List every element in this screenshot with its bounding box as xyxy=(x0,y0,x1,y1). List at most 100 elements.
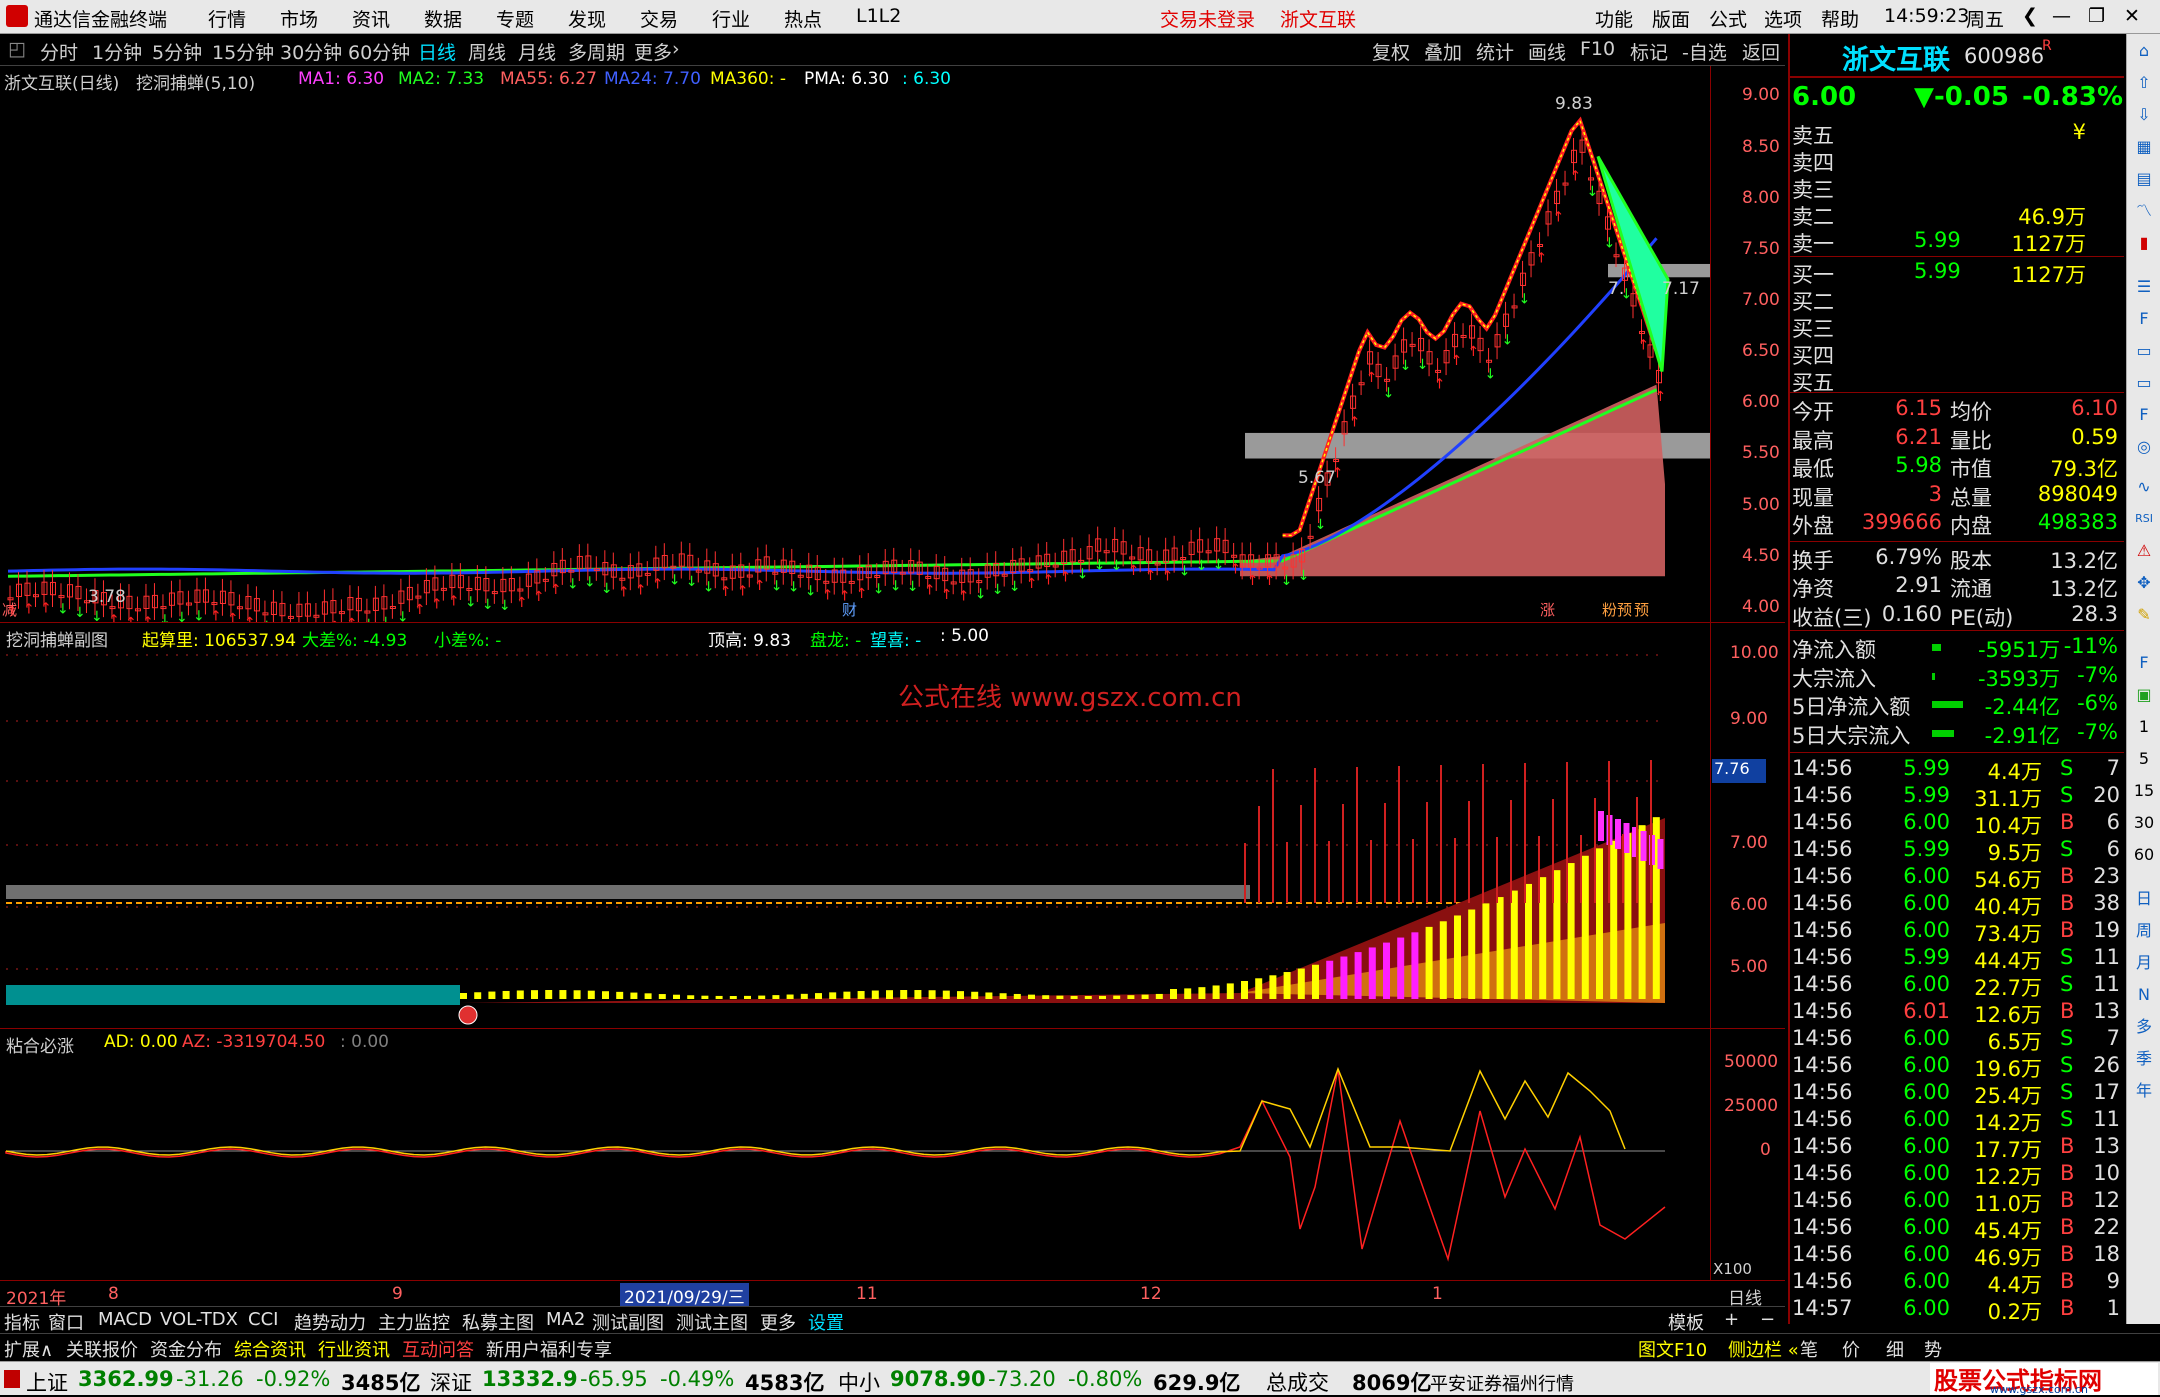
menu-banmian[interactable]: 版面 xyxy=(1652,5,1690,32)
menu-l1l2[interactable]: L1L2 xyxy=(856,5,901,27)
tool-fuquan[interactable]: 复权 xyxy=(1372,38,1410,65)
index-name[interactable]: 中小 xyxy=(838,1367,880,1397)
index-name[interactable]: 深证 xyxy=(430,1367,472,1397)
tab-12[interactable]: 设置 xyxy=(808,1309,844,1335)
tool-huaxian[interactable]: 画线 xyxy=(1528,38,1566,65)
sidebar-period-3[interactable]: N xyxy=(2131,982,2157,1008)
period-1min[interactable]: 1分钟 xyxy=(92,38,142,65)
minimize-icon[interactable]: — xyxy=(2052,5,2071,27)
fs-icon[interactable]: F xyxy=(2131,650,2157,676)
info-tab-right-4[interactable]: 细 xyxy=(1886,1336,1904,1362)
menu-jiaoyi[interactable]: 交易 xyxy=(640,5,678,32)
sidebar-period-1[interactable]: 周 xyxy=(2131,918,2157,944)
info-tab-right-3[interactable]: 价 xyxy=(1842,1336,1860,1362)
chart-icon[interactable]: ▣ xyxy=(2131,682,2157,708)
arrow-up-icon[interactable]: ⇧ xyxy=(2131,70,2157,96)
tab-3[interactable]: VOL-TDX xyxy=(160,1309,238,1330)
event-mark-yu[interactable]: 预 xyxy=(1634,599,1649,620)
sidebar-period-2[interactable]: 月 xyxy=(2131,950,2157,976)
stock-name-link[interactable]: 浙文互联 xyxy=(1280,5,1356,32)
kline-icon[interactable]: ▮ xyxy=(2131,230,2157,256)
info-tab-right-1[interactable]: 侧边栏 « xyxy=(1728,1336,1799,1362)
tab-10[interactable]: 测试主图 xyxy=(676,1309,748,1335)
info-tab-4[interactable]: 行业资讯 xyxy=(318,1336,390,1362)
period-15[interactable]: 15 xyxy=(2131,778,2157,804)
main-chart-panel[interactable]: 浙文互联(日线) 挖洞捕蝉(5,10) MA1: 6.30MA2: 7.33MA… xyxy=(0,66,1785,622)
menu-bangzhu[interactable]: 帮助 xyxy=(1821,5,1859,32)
event-mark-zhang[interactable]: 涨 xyxy=(1540,599,1555,620)
tab-9[interactable]: 测试副图 xyxy=(592,1309,664,1335)
info-tab-5[interactable]: 互动问答 xyxy=(402,1336,474,1362)
event-mark-cai[interactable]: 财 xyxy=(842,599,857,620)
arrow-down-icon[interactable]: ⇩ xyxy=(2131,102,2157,128)
sidebar-period-6[interactable]: 年 xyxy=(2131,1078,2157,1104)
period-60min[interactable]: 60分钟 xyxy=(348,38,410,65)
period-30[interactable]: 30 xyxy=(2131,810,2157,836)
f2-icon[interactable]: F xyxy=(2131,402,2157,428)
menu-redian[interactable]: 热点 xyxy=(784,5,822,32)
trade-login-notice[interactable]: 交易未登录 xyxy=(1160,5,1255,32)
restore-icon[interactable]: ❐ xyxy=(2088,5,2105,27)
tool-f10[interactable]: F10 xyxy=(1580,38,1615,60)
sidebar-period-0[interactable]: 日 xyxy=(2131,886,2157,912)
tool-tongji[interactable]: 统计 xyxy=(1476,38,1514,65)
circle-icon[interactable]: ◎ xyxy=(2131,434,2157,460)
period-1[interactable]: 1 xyxy=(2131,714,2157,740)
wave-icon[interactable]: ∿ xyxy=(2131,474,2157,500)
sidebar-period-4[interactable]: 多 xyxy=(2131,1014,2157,1040)
doc-icon[interactable]: ▭ xyxy=(2131,338,2157,364)
period-daily[interactable]: 日线 xyxy=(418,38,456,65)
period-multi[interactable]: 多周期 xyxy=(568,38,625,65)
menu-zhuanti[interactable]: 专题 xyxy=(496,5,534,32)
menu-zixun[interactable]: 资讯 xyxy=(352,5,390,32)
tab-4[interactable]: CCI xyxy=(248,1309,278,1330)
tab-right-1[interactable]: + xyxy=(1724,1309,1739,1330)
list-icon[interactable]: ☰ xyxy=(2131,274,2157,300)
tab-7[interactable]: 私募主图 xyxy=(462,1309,534,1335)
info-tab-right-5[interactable]: 势 xyxy=(1924,1336,1942,1362)
tab-11[interactable]: 更多 xyxy=(760,1309,796,1335)
menu-xuanxiang[interactable]: 选项 xyxy=(1764,5,1802,32)
table-icon[interactable]: ▤ xyxy=(2131,166,2157,192)
tab-8[interactable]: MA2 xyxy=(546,1309,585,1330)
event-mark-jian[interactable]: 减 xyxy=(2,599,17,620)
menu-shichang[interactable]: 市场 xyxy=(280,5,318,32)
panel-toggle-icon[interactable]: ◰ xyxy=(8,38,26,60)
line-chart-icon[interactable]: 〽 xyxy=(2131,198,2157,224)
alert-icon[interactable]: ⚠ xyxy=(2131,538,2157,564)
tab-1[interactable]: 窗口 xyxy=(48,1309,84,1335)
menu-gongneng[interactable]: 功能 xyxy=(1595,5,1633,32)
info-tab-right-0[interactable]: 图文F10 xyxy=(1638,1336,1707,1362)
menu-gongshi[interactable]: 公式 xyxy=(1709,5,1747,32)
info-tab-3[interactable]: 综合资讯 xyxy=(234,1336,306,1362)
period-30min[interactable]: 30分钟 xyxy=(280,38,342,65)
info-tab-right-2[interactable]: 笔 xyxy=(1800,1336,1818,1362)
back-icon[interactable]: ❮ xyxy=(2022,5,2038,27)
menu-faxian[interactable]: 发现 xyxy=(568,5,606,32)
tab-2[interactable]: MACD xyxy=(98,1309,152,1330)
period-weekly[interactable]: 周线 xyxy=(468,38,506,65)
info-tab-2[interactable]: 资金分布 xyxy=(150,1336,222,1362)
close-icon[interactable]: ✕ xyxy=(2124,5,2140,27)
chevron-right-icon[interactable]: › xyxy=(672,38,680,60)
period-5min[interactable]: 5分钟 xyxy=(152,38,202,65)
info-tab-1[interactable]: 关联报价 xyxy=(66,1336,138,1362)
period-fenshi[interactable]: 分时 xyxy=(40,38,78,65)
period-15min[interactable]: 15分钟 xyxy=(212,38,274,65)
menu-hangqing[interactable]: 行情 xyxy=(208,5,246,32)
rsi-icon[interactable]: RSI xyxy=(2131,506,2157,532)
tab-6[interactable]: 主力监控 xyxy=(378,1309,450,1335)
event-mark-fenyu[interactable]: 粉预 xyxy=(1602,599,1632,620)
pen-icon[interactable]: ✎ xyxy=(2131,602,2157,628)
tool-biaoji[interactable]: 标记 xyxy=(1630,38,1668,65)
menu-hangye[interactable]: 行业 xyxy=(712,5,750,32)
menu-shuju[interactable]: 数据 xyxy=(424,5,462,32)
tab-0[interactable]: 指标 xyxy=(4,1309,40,1335)
sub-chart-panel[interactable]: 挖洞捕蝉副图 起算里: 106537.94大差%: -4.93小差%: -顶高:… xyxy=(0,623,1785,1028)
grid-icon[interactable]: ▦ xyxy=(2131,134,2157,160)
period-60[interactable]: 60 xyxy=(2131,842,2157,868)
tool-zixuan[interactable]: -自选 xyxy=(1682,38,1727,65)
info-tab-6[interactable]: 新用户福利专享 xyxy=(486,1336,612,1362)
tool-fanhui[interactable]: 返回 xyxy=(1742,38,1780,65)
period-5[interactable]: 5 xyxy=(2131,746,2157,772)
